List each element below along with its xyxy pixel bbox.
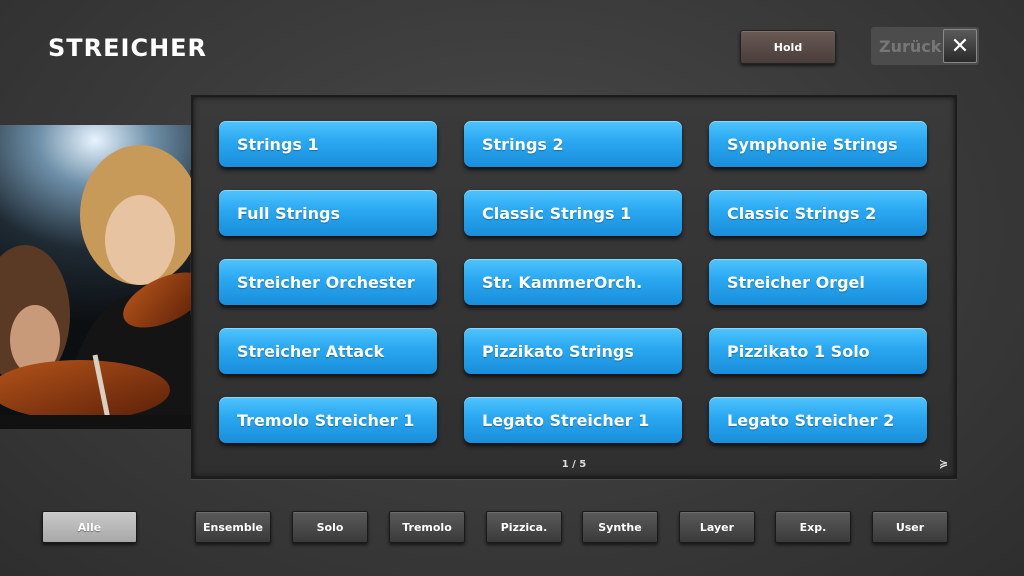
filter-exp[interactable]: Exp. [775,511,851,543]
page-indicator: 1 / 5 [561,459,587,470]
sound-button-classic-strings-1[interactable]: Classic Strings 1 [464,190,682,236]
filter-alle[interactable]: Alle [42,511,137,543]
sound-button-legato-streicher-2[interactable]: Legato Streicher 2 [709,397,927,443]
page-title: STREICHER [48,34,208,62]
sound-button-strings-2[interactable]: Strings 2 [464,121,682,167]
filter-synthe[interactable]: Synthe [582,511,658,543]
back-label: Zurück [879,37,942,56]
close-icon[interactable]: ✕ [943,29,977,63]
sound-button-streicher-attack[interactable]: Streicher Attack [219,328,437,374]
next-page-icon[interactable]: ≽ [939,457,948,470]
sound-button-streicher-orchester[interactable]: Streicher Orchester [219,259,437,305]
sound-button-str-kammerorch[interactable]: Str. KammerOrch. [464,259,682,305]
sound-button-full-strings[interactable]: Full Strings [219,190,437,236]
sound-button-streicher-orgel[interactable]: Streicher Orgel [709,259,927,305]
sound-button-symphonie-strings[interactable]: Symphonie Strings [709,121,927,167]
sound-button-strings-1[interactable]: Strings 1 [219,121,437,167]
filter-pizzica[interactable]: Pizzica. [486,511,562,543]
filter-solo[interactable]: Solo [292,511,368,543]
sound-button-classic-strings-2[interactable]: Classic Strings 2 [709,190,927,236]
sound-button-tremolo-streicher-1[interactable]: Tremolo Streicher 1 [219,397,437,443]
sound-button-pizzikato-strings[interactable]: Pizzikato Strings [464,328,682,374]
sound-button-legato-streicher-1[interactable]: Legato Streicher 1 [464,397,682,443]
filter-user[interactable]: User [872,511,948,543]
sound-button-pizzikato-1-solo[interactable]: Pizzikato 1 Solo [709,328,927,374]
filter-layer[interactable]: Layer [679,511,755,543]
hold-button[interactable]: Hold [740,30,836,64]
sound-panel: Strings 1 Strings 2 Symphonie Strings Fu… [191,95,957,479]
filter-tremolo[interactable]: Tremolo [389,511,465,543]
back-button[interactable]: Zurück ✕ [871,27,979,65]
filter-ensemble[interactable]: Ensemble [195,511,271,543]
